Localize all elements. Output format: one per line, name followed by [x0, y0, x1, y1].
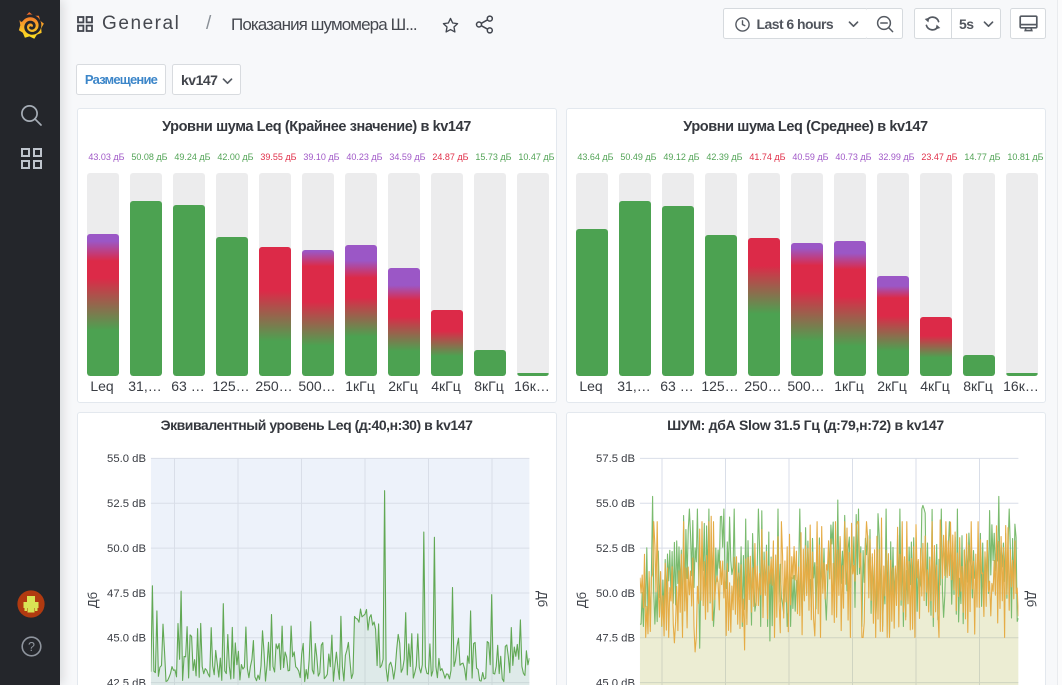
svg-text:55.0 dB: 55.0 dB	[596, 498, 635, 510]
svg-text:50.0 dB: 50.0 dB	[596, 588, 635, 600]
svg-text:Дб: Дб	[1024, 591, 1039, 607]
svg-text:55.0 dB: 55.0 dB	[107, 453, 146, 465]
svg-text:57.5 dB: 57.5 dB	[596, 453, 635, 465]
svg-text:45.0 dB: 45.0 dB	[596, 677, 635, 685]
svg-text:45.0 dB: 45.0 dB	[107, 633, 146, 645]
svg-text:47.5 dB: 47.5 dB	[596, 633, 635, 645]
svg-text:52.5 dB: 52.5 dB	[107, 498, 146, 510]
svg-text:Дб: Дб	[535, 591, 550, 607]
svg-text:47.5 dB: 47.5 dB	[107, 588, 146, 600]
svg-text:52.5 dB: 52.5 dB	[596, 543, 635, 555]
svg-text:42.5 dB: 42.5 dB	[107, 677, 146, 685]
svg-text:Дб: Дб	[574, 592, 589, 608]
svg-text:?: ?	[28, 640, 35, 654]
svg-text:Дб: Дб	[85, 592, 100, 608]
svg-text:50.0 dB: 50.0 dB	[107, 543, 146, 555]
